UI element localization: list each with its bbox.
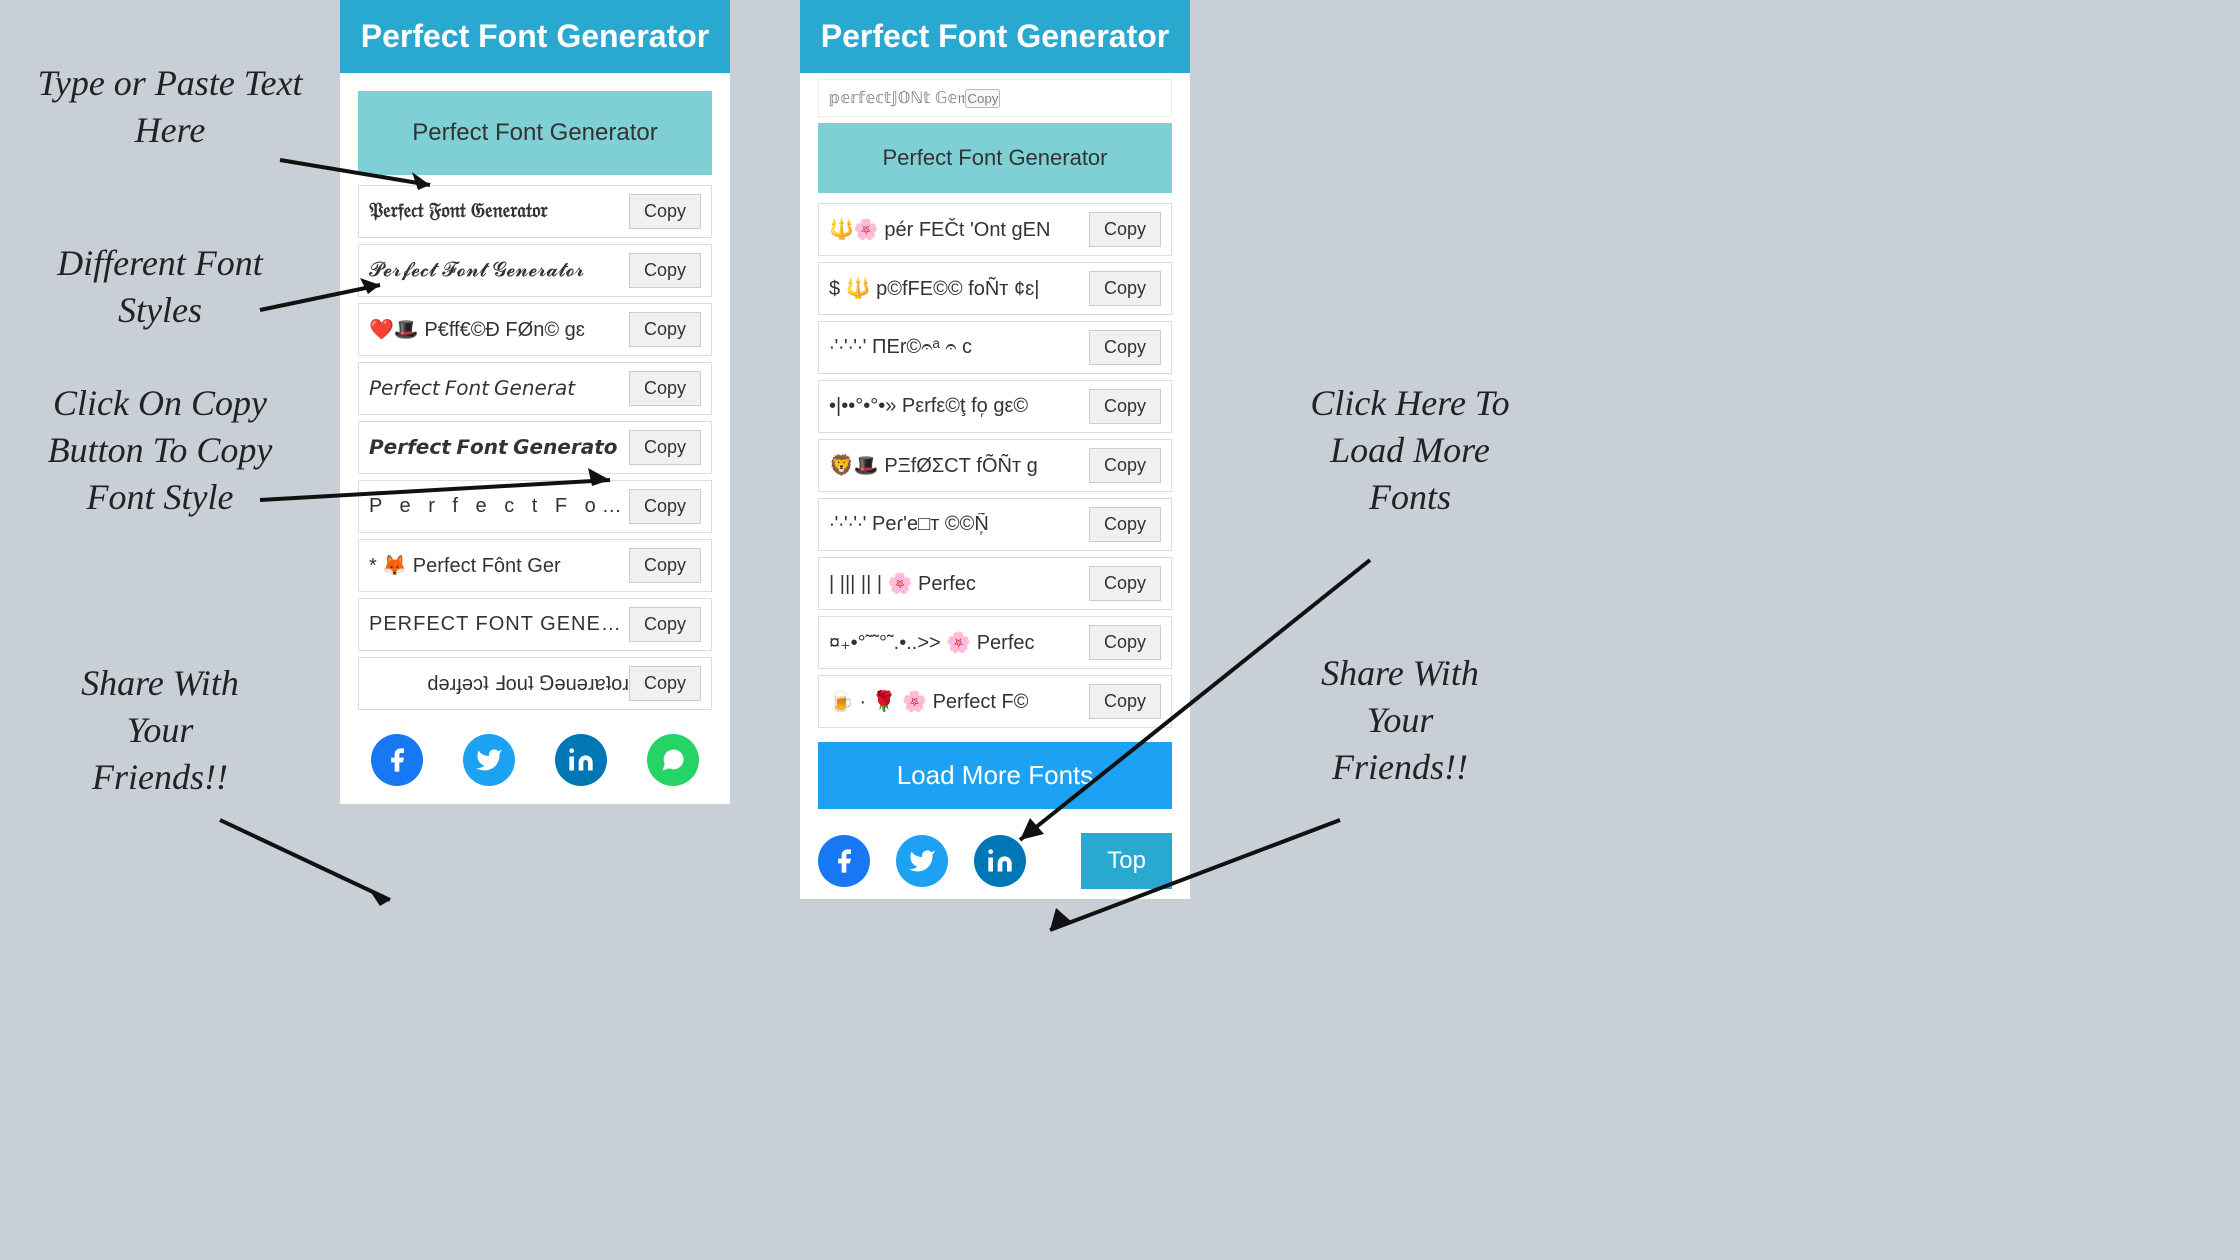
- font-text: ❤️🎩 P€ff€©Ð FØn© gɛ: [369, 317, 629, 342]
- font-row-r2: $ 🔱 p©fFE©© foÑт ¢ɛ| Copy: [818, 262, 1172, 315]
- font-text: ¤₊•°˜˜°˜.•..>> 🌸 Perfec: [829, 630, 1089, 655]
- social-row: [340, 716, 730, 804]
- annotation-type-paste: Type or Paste TextHere: [30, 60, 310, 154]
- font-text: •|••°•°•» Pεrfε©ţ fo᷊ gε©: [829, 395, 1089, 418]
- font-row-r4: •|••°•°•» Pεrfε©ţ fo᷊ gε© Copy: [818, 380, 1172, 433]
- font-text: 𝓟𝓮𝓻𝓯𝓮𝓬𝓽 𝓕𝓸𝓷𝓽 𝓖𝓮𝓷𝓮𝓻𝓪𝓽𝓸𝓻: [369, 259, 629, 282]
- copy-button[interactable]: Copy: [1089, 271, 1161, 306]
- annotation-click-copy: Click On CopyButton To CopyFont Style: [10, 380, 310, 520]
- font-row-r8: ¤₊•°˜˜°˜.•..>> 🌸 Perfec Copy: [818, 616, 1172, 669]
- annotation-share-right: Share WithYourFriends!!: [1240, 650, 1560, 790]
- copy-button[interactable]: Copy: [1089, 212, 1161, 247]
- facebook-icon[interactable]: [371, 734, 423, 786]
- font-row-9: ɹoʇɐɹǝuǝ⅁ ʇuoℲ ʇɔǝɟɹǝd Copy: [358, 657, 712, 710]
- copy-button[interactable]: Copy: [629, 312, 701, 347]
- top-button[interactable]: Top: [1081, 833, 1172, 889]
- font-row-r5: 🦁🎩 PΞfØΣCТ fÕÑт g Copy: [818, 439, 1172, 492]
- copy-button[interactable]: Copy: [629, 548, 701, 583]
- twitter-icon[interactable]: [463, 734, 515, 786]
- font-text: ∙'∙'∙'∙' ΠΕr©𝄐ᵃ 𝄐 c: [829, 336, 1089, 359]
- copy-button[interactable]: Copy: [629, 371, 701, 406]
- copy-button[interactable]: Copy: [1089, 448, 1161, 483]
- font-text: 𝘗𝘦𝘳𝘧𝘦𝘤𝘵 𝘍𝘰𝘯𝘵 𝘎𝘦𝘯𝘦𝘳𝘢𝘵: [369, 376, 629, 401]
- font-text: 🔱🌸 pér FEČt 'Ont gEN: [829, 217, 1089, 242]
- font-text: | ||| || | 🌸 Perfec: [829, 571, 1089, 596]
- load-more-button[interactable]: Load More Fonts: [818, 742, 1172, 809]
- font-text: 🦁🎩 PΞfØΣCТ fÕÑт g: [829, 453, 1089, 478]
- right-panel-header: Perfect Font Generator: [800, 0, 1190, 73]
- text-input[interactable]: [358, 91, 712, 175]
- font-text: P e r f e c t F o n t: [369, 495, 629, 518]
- font-row-r1: 🔱🌸 pér FEČt 'Ont gEN Copy: [818, 203, 1172, 256]
- copy-button[interactable]: Copy: [1089, 389, 1161, 424]
- font-row-4: 𝘗𝘦𝘳𝘧𝘦𝘤𝘵 𝘍𝘰𝘯𝘵 𝘎𝘦𝘯𝘦𝘳𝘢𝘵 Copy: [358, 362, 712, 415]
- font-row-2: 𝓟𝓮𝓻𝓯𝓮𝓬𝓽 𝓕𝓸𝓷𝓽 𝓖𝓮𝓷𝓮𝓻𝓪𝓽𝓸𝓻 Copy: [358, 244, 712, 297]
- font-text: 𝙋𝙚𝙧𝙛𝙚𝙘𝙩 𝙁𝙤𝙣𝙩 𝙂𝙚𝙣𝙚𝙧𝙖𝙩𝙤: [369, 435, 629, 460]
- font-row-8: PERFECT FONT GENERATOR Copy: [358, 598, 712, 651]
- right-panel: Perfect Font Generator 𝕡𝕖𝕣𝕗𝕖𝕔𝕥𝕁𝕆ℕ𝕥 𝔾𝕖𝔫 C…: [800, 0, 1190, 899]
- font-row-r3: ∙'∙'∙'∙' ΠΕr©𝄐ᵃ 𝄐 c Copy: [818, 321, 1172, 374]
- font-text: 𝔓𝔢𝔯𝔣𝔢𝔠𝔱 𝔉𝔬𝔫𝔱 𝔊𝔢𝔫𝔢𝔯𝔞𝔱𝔬𝔯: [369, 200, 629, 223]
- font-text: ∙'∙'∙'∙' Pеɾ'е□т ©©Ñ᷊: [829, 513, 1089, 536]
- twitter-icon-right[interactable]: [896, 835, 948, 887]
- font-row-7: * 🦊 Perfect Fônt Ger Copy: [358, 539, 712, 592]
- font-row-5: 𝙋𝙚𝙧𝙛𝙚𝙘𝙩 𝙁𝙤𝙣𝙩 𝙂𝙚𝙣𝙚𝙧𝙖𝙩𝙤 Copy: [358, 421, 712, 474]
- copy-button[interactable]: Copy: [629, 253, 701, 288]
- font-row-r6: ∙'∙'∙'∙' Pеɾ'е□т ©©Ñ᷊ Copy: [818, 498, 1172, 551]
- font-text: * 🦊 Perfect Fônt Ger: [369, 553, 629, 578]
- copy-button[interactable]: Copy: [629, 194, 701, 229]
- linkedin-icon[interactable]: [555, 734, 607, 786]
- copy-button[interactable]: Copy: [629, 489, 701, 524]
- font-row-r7: | ||| || | 🌸 Perfec Copy: [818, 557, 1172, 610]
- facebook-icon-right[interactable]: [818, 835, 870, 887]
- copy-button[interactable]: Copy: [1089, 330, 1161, 365]
- font-text: 🍺 · 🌹 🌸 Perfect F©: [829, 689, 1089, 714]
- font-row-r9: 🍺 · 🌹 🌸 Perfect F© Copy: [818, 675, 1172, 728]
- right-social-row: [818, 835, 1026, 887]
- font-text: ɹoʇɐɹǝuǝ⅁ ʇuoℲ ʇɔǝɟɹǝd: [369, 671, 629, 696]
- left-panel-header: Perfect Font Generator: [340, 0, 730, 73]
- copy-button[interactable]: Copy: [1089, 684, 1161, 719]
- font-text: 𝕡𝕖𝕣𝕗𝕖𝕔𝕥𝕁𝕆ℕ𝕥 𝔾𝕖𝔫: [829, 88, 965, 108]
- bottom-row: Top: [800, 823, 1190, 899]
- annotation-click-load: Click Here ToLoad MoreFonts: [1240, 380, 1580, 520]
- font-text: $ 🔱 p©fFE©© foÑт ¢ɛ|: [829, 276, 1089, 301]
- left-panel: Perfect Font Generator 𝔓𝔢𝔯𝔣𝔢𝔠𝔱 𝔉𝔬𝔫𝔱 𝔊𝔢𝔫𝔢…: [340, 0, 730, 804]
- copy-button[interactable]: Copy: [1089, 507, 1161, 542]
- font-row-6: P e r f e c t F o n t Copy: [358, 480, 712, 533]
- whatsapp-icon[interactable]: [647, 734, 699, 786]
- copy-button[interactable]: Copy: [629, 430, 701, 465]
- copy-button[interactable]: Copy: [965, 89, 1000, 108]
- linkedin-icon-right[interactable]: [974, 835, 1026, 887]
- right-input-display: Perfect Font Generator: [818, 123, 1172, 193]
- copy-button[interactable]: Copy: [629, 666, 701, 701]
- annotation-different-fonts: Different FontStyles: [10, 240, 310, 334]
- annotation-share-left: Share WithYourFriends!!: [20, 660, 300, 800]
- copy-button[interactable]: Copy: [1089, 566, 1161, 601]
- font-row-3: ❤️🎩 P€ff€©Ð FØn© gɛ Copy: [358, 303, 712, 356]
- copy-button[interactable]: Copy: [629, 607, 701, 642]
- font-row-partial: 𝕡𝕖𝕣𝕗𝕖𝕔𝕥𝕁𝕆ℕ𝕥 𝔾𝕖𝔫 Copy: [818, 79, 1172, 117]
- copy-button[interactable]: Copy: [1089, 625, 1161, 660]
- font-row-1: 𝔓𝔢𝔯𝔣𝔢𝔠𝔱 𝔉𝔬𝔫𝔱 𝔊𝔢𝔫𝔢𝔯𝔞𝔱𝔬𝔯 Copy: [358, 185, 712, 238]
- font-text: PERFECT FONT GENERATOR: [369, 613, 629, 636]
